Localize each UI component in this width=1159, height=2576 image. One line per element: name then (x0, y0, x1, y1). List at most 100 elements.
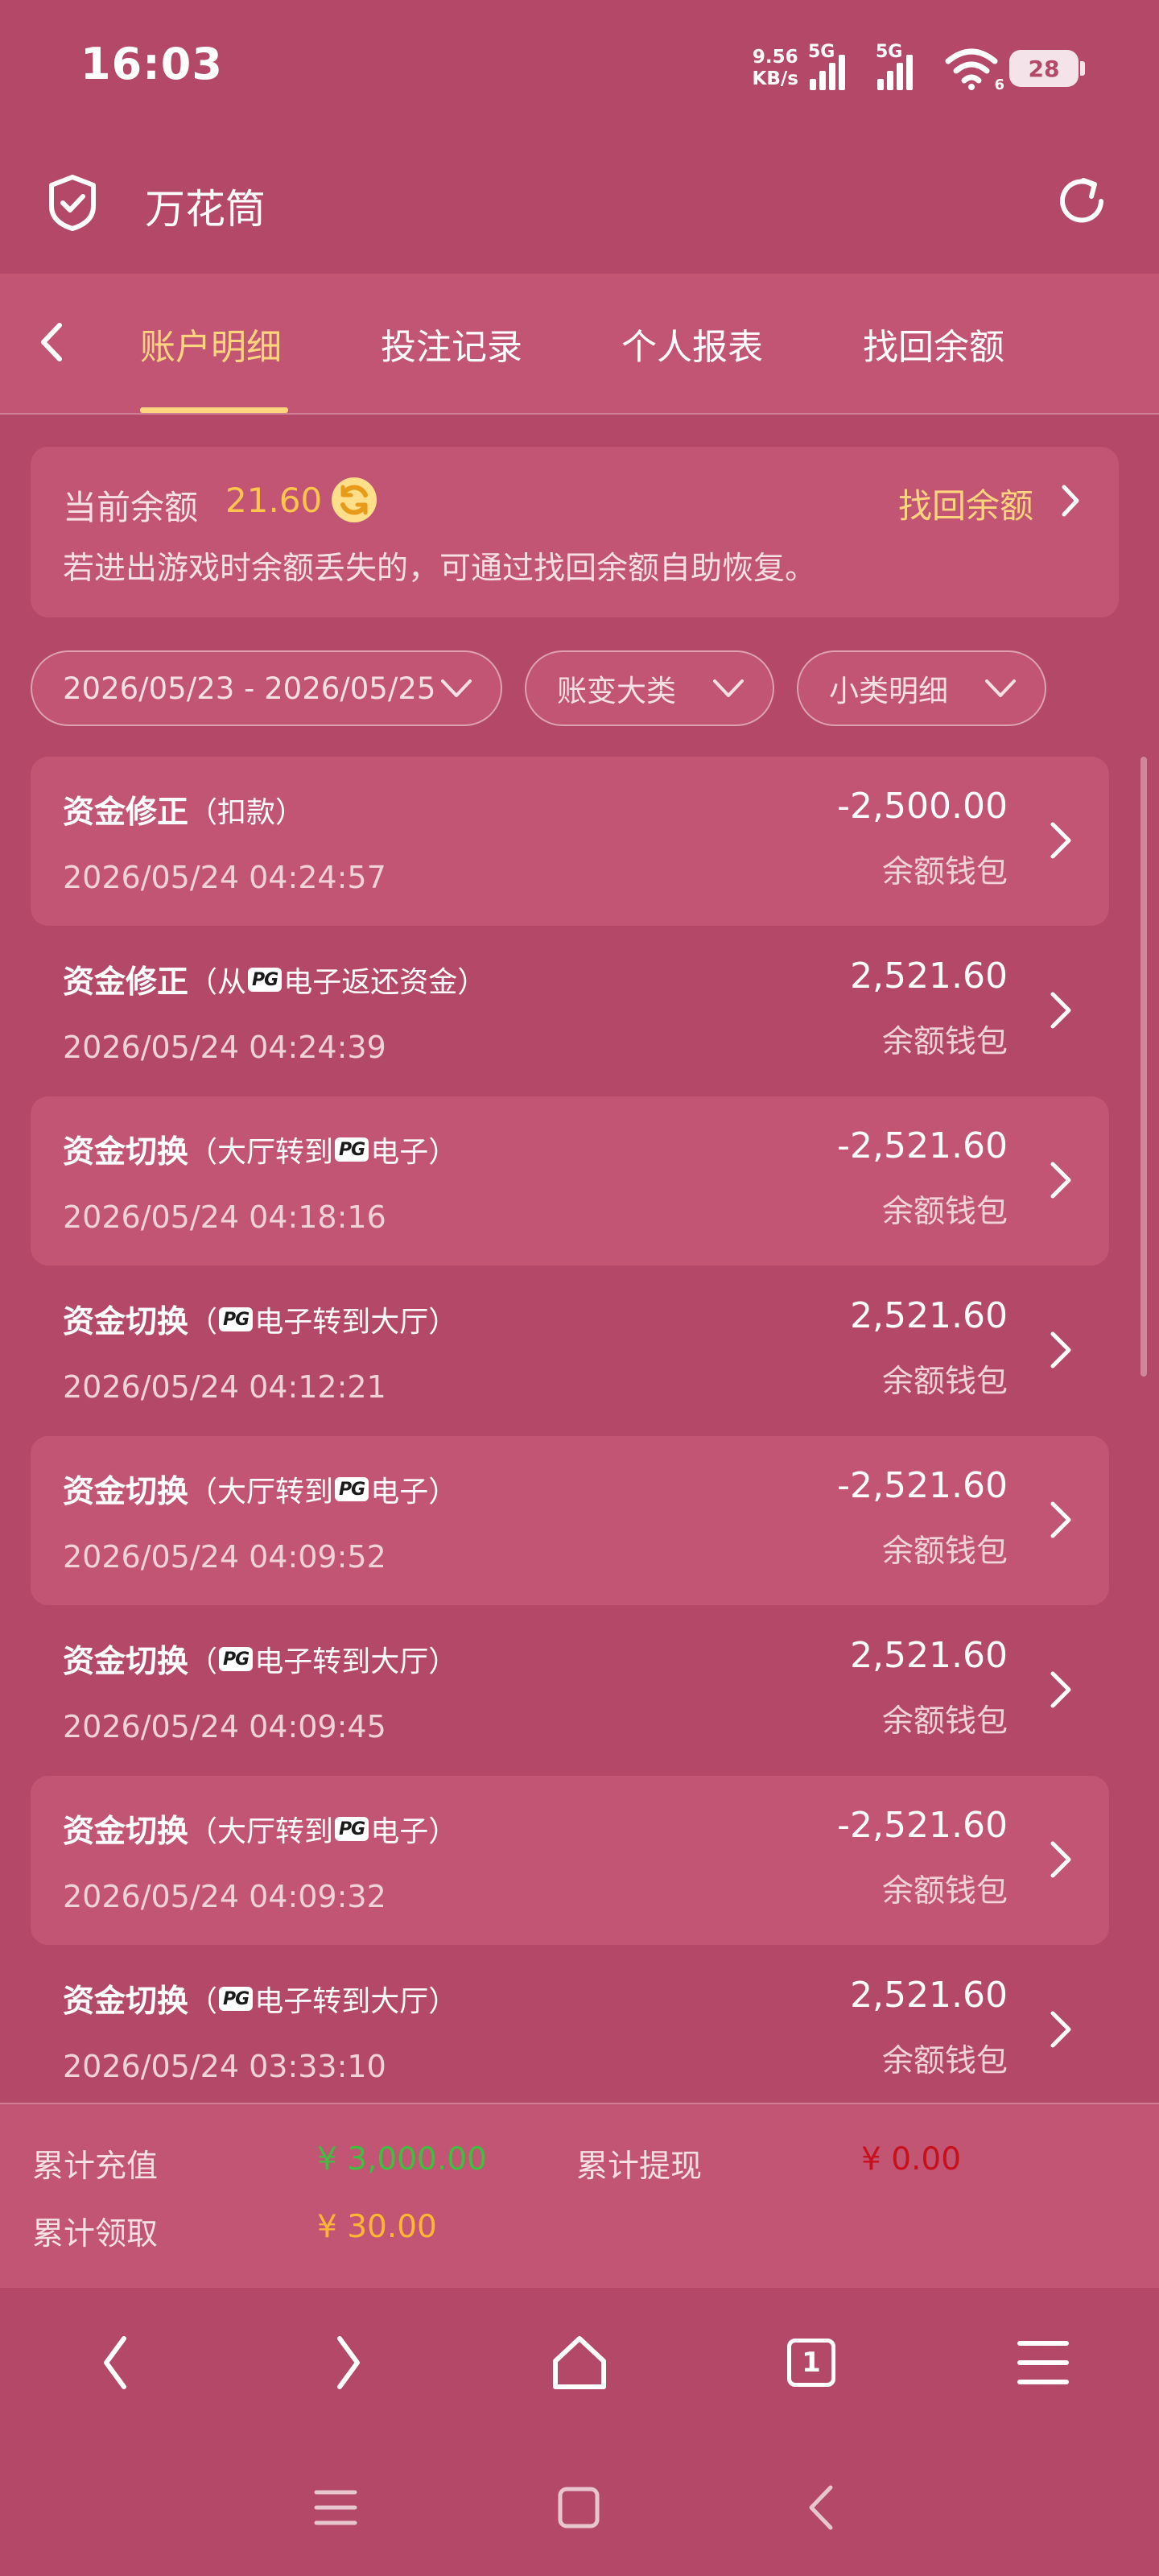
tab-account-details[interactable]: 账户明细 (140, 318, 282, 369)
browser-forward-icon[interactable] (307, 2322, 388, 2403)
pg-logo: PG (335, 1477, 369, 1501)
transaction-amount: 2,521.60 (850, 956, 1008, 997)
transaction-title: 资金切换 （ PG 电子转到大厅） (63, 1637, 457, 1682)
transaction-title: 资金切换 （ PG 电子转到大厅） (63, 1976, 457, 2021)
subcategory-text: 小类明细 (829, 674, 948, 708)
transaction-wallet: 余额钱包 (881, 1024, 1008, 1060)
total-claim-value: ¥ 30.00 (317, 2209, 437, 2245)
transaction-type: 资金切换 (63, 1474, 189, 1510)
transaction-detail-suffix: 电子转到大厅） (254, 1306, 458, 1339)
signal-2-label: 5G (876, 42, 903, 62)
chevron-right-icon (1050, 2011, 1071, 2048)
transaction-detail-prefix: （从 (188, 966, 247, 999)
sync-balance-icon[interactable] (330, 476, 378, 524)
home-icon[interactable] (542, 2471, 615, 2544)
transaction-type: 资金修正 (63, 964, 189, 1001)
browser-home-icon[interactable] (539, 2322, 620, 2403)
transaction-detail-suffix: 电子） (370, 1815, 458, 1848)
transaction-row[interactable]: 资金切换 （ PG 电子转到大厅） 2026/05/24 03:33:10 2,… (31, 1946, 1109, 2101)
transaction-detail-prefix: （ (188, 1306, 218, 1339)
back-chevron-icon[interactable] (27, 314, 76, 370)
transaction-detail: （扣款） (188, 796, 305, 829)
wifi-icon: 6 (945, 47, 1004, 93)
transaction-title: 资金切换 （大厅转到 PG 电子） (63, 1467, 457, 1512)
system-nav-bar (0, 2447, 1159, 2576)
tab-bet-records[interactable]: 投注记录 (381, 318, 522, 369)
tab-personal-report[interactable]: 个人报表 (621, 318, 763, 369)
app-title: 万花筒 (145, 186, 266, 233)
tab-count: 1 (787, 2339, 835, 2387)
transaction-amount: 2,521.60 (850, 1975, 1008, 2016)
pg-logo: PG (335, 1137, 369, 1162)
transaction-type: 资金切换 (63, 1984, 189, 2020)
tab-recover-balance[interactable]: 找回余额 (863, 318, 1004, 369)
transaction-detail-prefix: （ (188, 1985, 218, 2018)
network-speed-value: 9.56 (752, 47, 798, 68)
transaction-time: 2026/05/24 04:09:52 (63, 1539, 386, 1575)
transaction-row[interactable]: 资金切换 （大厅转到 PG 电子） 2026/05/24 04:18:16 -2… (31, 1096, 1109, 1265)
transaction-title: 资金修正 （从 PG 电子返还资金） (63, 957, 486, 1002)
total-claim-label: 累计领取 (32, 2216, 159, 2252)
total-recharge-label: 累计充值 (32, 2149, 159, 2185)
balance-label: 当前余额 (63, 488, 199, 527)
transaction-type: 资金切换 (63, 1304, 189, 1340)
chevron-down-icon (985, 679, 1016, 697)
balance-value: 21.60 (225, 481, 323, 520)
transaction-detail-suffix: 电子） (370, 1476, 458, 1509)
status-icons: 9.56 KB/s 5G 5G 6 28 (753, 40, 1085, 97)
cellular-signal-2-icon: 5G (876, 42, 934, 90)
shield-check-icon[interactable] (47, 174, 98, 232)
status-bar: 16:03 9.56 KB/s 5G 5G 6 28 (0, 0, 1159, 137)
total-withdraw-value: ¥ 0.00 (861, 2141, 962, 2178)
chevron-right-icon (1050, 1162, 1071, 1199)
chevron-down-icon (713, 679, 744, 697)
network-speed-unit: KB/s (752, 68, 798, 89)
app-header: 万花筒 (0, 153, 1159, 258)
transaction-type: 资金切换 (63, 1644, 189, 1680)
total-recharge-value: ¥ 3,000.00 (317, 2141, 487, 2178)
category-filter[interactable]: 账变大类 (525, 650, 774, 726)
transaction-amount: -2,521.60 (837, 1805, 1008, 1846)
transaction-row[interactable]: 资金切换 （大厅转到 PG 电子） 2026/05/24 04:09:32 -2… (31, 1776, 1109, 1945)
transaction-row[interactable]: 资金修正 （扣款） 2026/05/24 04:24:57 -2,500.00 … (31, 757, 1109, 926)
list-scrollbar[interactable] (1140, 757, 1147, 1377)
transaction-amount: -2,521.60 (837, 1125, 1008, 1166)
chevron-right-icon (1050, 1671, 1071, 1708)
pg-logo: PG (219, 1987, 254, 2011)
recover-balance-link[interactable]: 找回余额 (898, 479, 1033, 528)
transaction-wallet: 余额钱包 (881, 1194, 1008, 1230)
transaction-title: 资金切换 （大厅转到 PG 电子） (63, 1806, 457, 1852)
transaction-type: 资金切换 (63, 1814, 189, 1850)
system-back-icon[interactable] (786, 2471, 858, 2544)
transaction-time: 2026/05/24 04:09:45 (63, 1709, 386, 1744)
chevron-right-icon[interactable] (1054, 479, 1087, 522)
network-speed: 9.56 KB/s (753, 47, 798, 90)
chevron-down-icon (441, 679, 472, 697)
transaction-detail-prefix: （大厅转到 (188, 1815, 334, 1848)
chevron-right-icon (1050, 822, 1071, 859)
browser-tabs-button[interactable]: 1 (771, 2322, 852, 2403)
transaction-wallet: 余额钱包 (881, 2043, 1008, 2079)
transaction-row[interactable]: 资金修正 （从 PG 电子返还资金） 2026/05/24 04:24:39 2… (31, 927, 1109, 1096)
browser-back-icon[interactable] (76, 2322, 156, 2403)
recent-apps-icon[interactable] (299, 2471, 372, 2544)
transaction-amount: 2,521.60 (850, 1295, 1008, 1336)
transaction-amount: 2,521.60 (850, 1635, 1008, 1676)
transaction-row[interactable]: 资金切换 （ PG 电子转到大厅） 2026/05/24 04:09:45 2,… (31, 1606, 1109, 1775)
transaction-row[interactable]: 资金切换 （ PG 电子转到大厅） 2026/05/24 04:12:21 2,… (31, 1266, 1109, 1435)
transaction-title: 资金修正 （扣款） (63, 787, 304, 832)
transaction-row[interactable]: 资金切换 （大厅转到 PG 电子） 2026/05/24 04:09:52 -2… (31, 1436, 1109, 1605)
pg-logo: PG (335, 1817, 369, 1841)
pg-logo: PG (219, 1647, 254, 1671)
subcategory-filter[interactable]: 小类明细 (797, 650, 1046, 726)
transaction-type: 资金修正 (63, 795, 189, 831)
browser-toolbar: 1 (0, 2290, 1159, 2431)
transaction-detail-suffix: 电子返还资金） (283, 966, 487, 999)
transaction-wallet: 余额钱包 (881, 1534, 1008, 1570)
refresh-icon[interactable] (1053, 172, 1111, 230)
browser-menu-icon[interactable] (1003, 2322, 1083, 2403)
transaction-detail-suffix: 电子转到大厅） (254, 1645, 458, 1678)
total-withdraw-label: 累计提现 (576, 2149, 703, 2185)
tab-bar: 账户明细 投注记录 个人报表 找回余额 (0, 274, 1159, 415)
date-range-filter[interactable]: 2026/05/23 - 2026/05/25 (31, 650, 502, 726)
